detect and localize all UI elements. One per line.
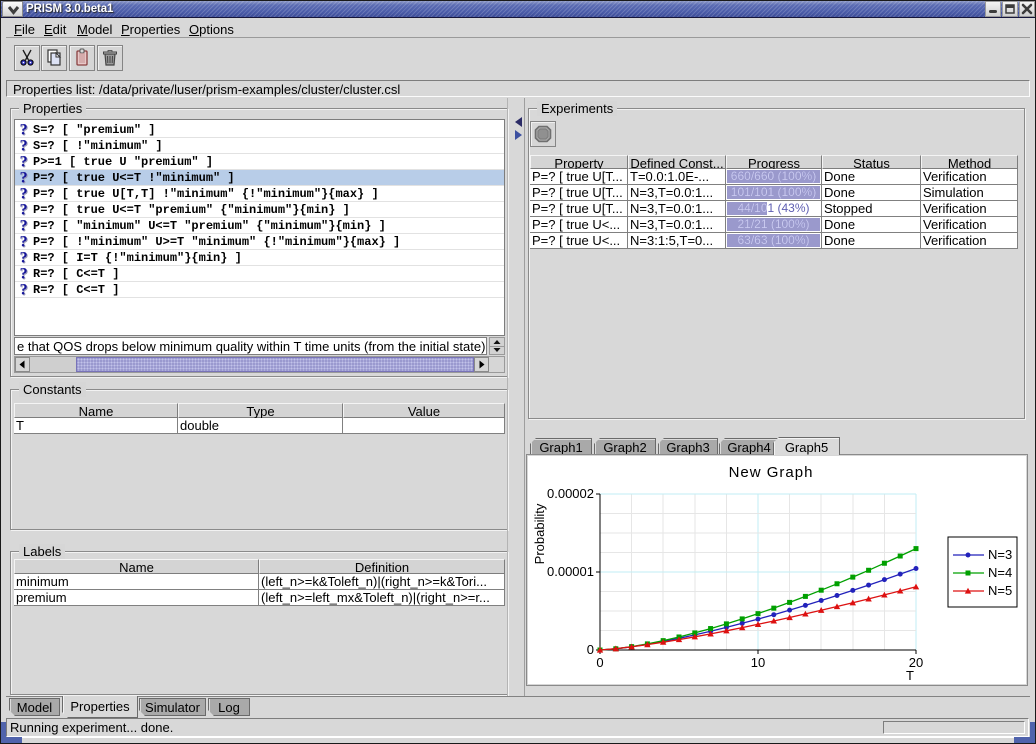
svg-text:?: ?: [20, 170, 28, 186]
svg-text:?: ?: [20, 250, 28, 266]
svg-text:?: ?: [20, 282, 28, 298]
svg-text:?: ?: [20, 266, 28, 282]
svg-text:0.00001: 0.00001: [547, 564, 594, 579]
svg-text:Probability: Probability: [532, 503, 547, 564]
svg-text:?: ?: [20, 122, 28, 138]
svg-text:0: 0: [596, 655, 603, 670]
svg-text:?: ?: [20, 154, 28, 170]
svg-text:T: T: [906, 668, 914, 683]
svg-text:N=4: N=4: [988, 565, 1012, 580]
svg-text:N=3: N=3: [988, 547, 1012, 562]
svg-text:0: 0: [587, 642, 594, 657]
svg-text:?: ?: [20, 202, 28, 218]
svg-text:10: 10: [751, 655, 765, 670]
svg-text:?: ?: [20, 234, 28, 250]
svg-text:New Graph: New Graph: [729, 464, 814, 481]
svg-text:0.00002: 0.00002: [547, 486, 594, 501]
svg-text:N=5: N=5: [988, 583, 1012, 598]
svg-text:?: ?: [20, 138, 28, 154]
svg-text:?: ?: [20, 186, 28, 202]
svg-text:?: ?: [20, 218, 28, 234]
